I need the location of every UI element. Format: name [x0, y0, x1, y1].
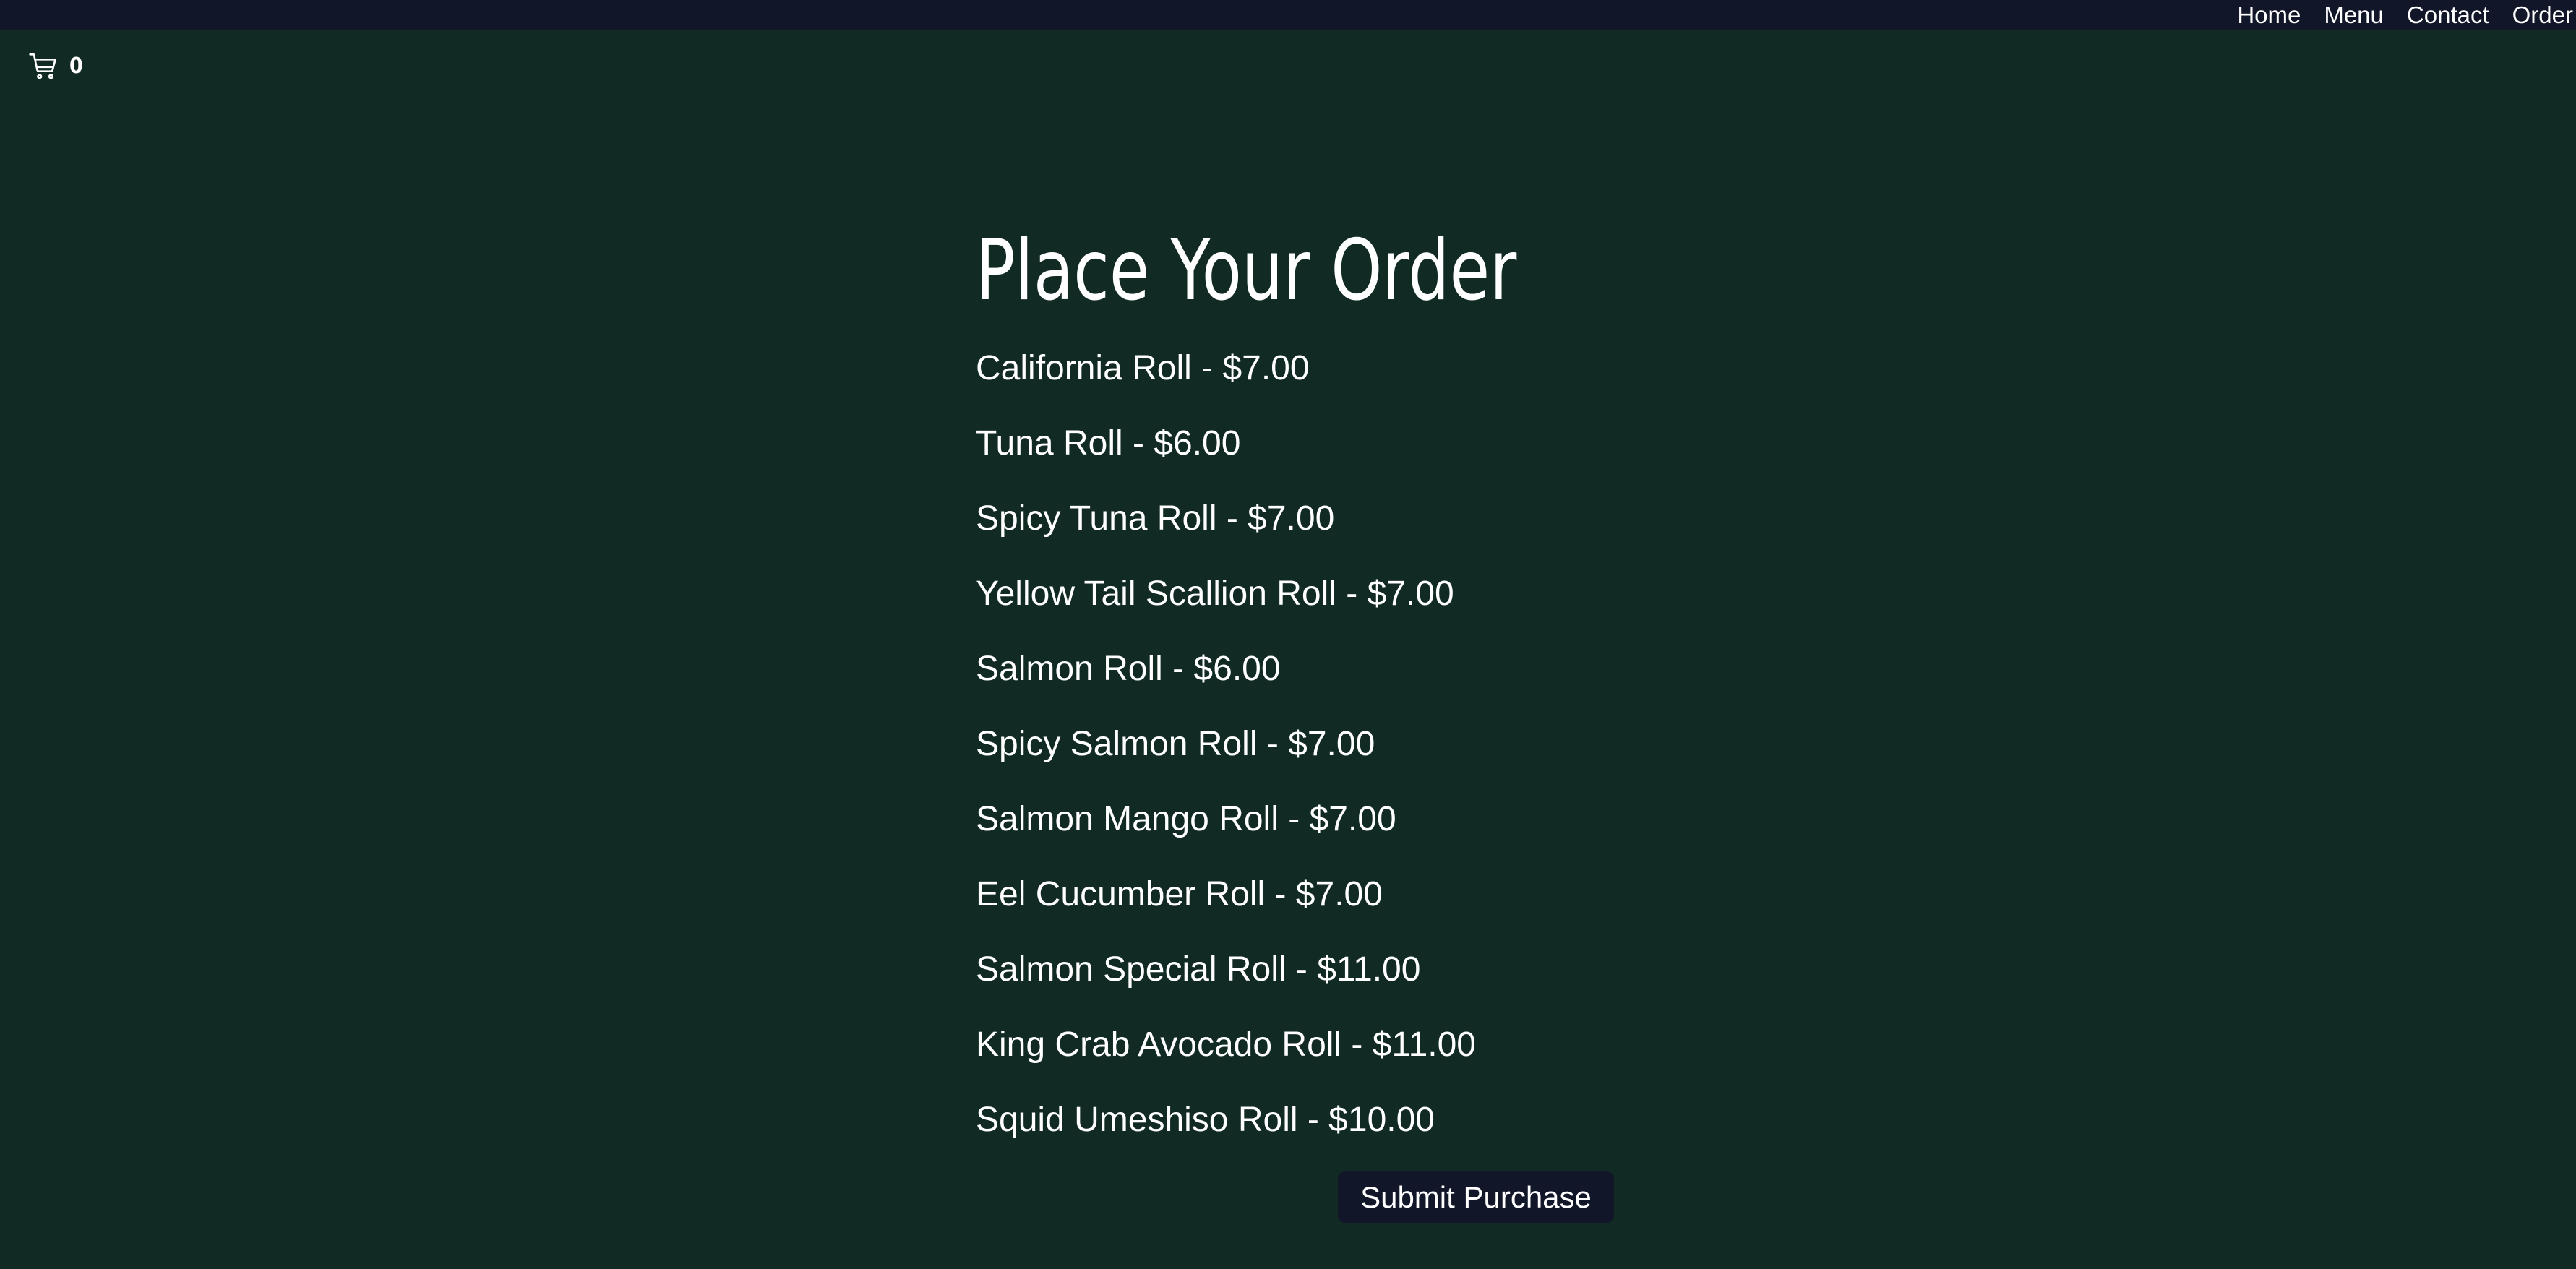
menu-item-salmon-special-roll[interactable]: Salmon Special Roll - $11.00: [976, 942, 1476, 1018]
page-title: Place Your Order: [976, 222, 1517, 319]
menu-item-california-roll[interactable]: California Roll - $7.00: [976, 341, 1476, 416]
menu-item-eel-cucumber-roll[interactable]: Eel Cucumber Roll - $7.00: [976, 867, 1476, 942]
menu-item-squid-umeshiso-roll[interactable]: Squid Umeshiso Roll - $10.00: [976, 1093, 1476, 1168]
menu-item-spicy-salmon-roll[interactable]: Spicy Salmon Roll - $7.00: [976, 717, 1476, 792]
menu-item-king-crab-avocado-roll[interactable]: King Crab Avocado Roll - $11.00: [976, 1018, 1476, 1093]
menu-item-tuna-roll[interactable]: Tuna Roll - $6.00: [976, 416, 1476, 491]
menu-item-spicy-tuna-roll[interactable]: Spicy Tuna Roll - $7.00: [976, 491, 1476, 567]
menu-item-salmon-mango-roll[interactable]: Salmon Mango Roll - $7.00: [976, 792, 1476, 867]
cart-count: 0: [69, 53, 83, 79]
submit-purchase-button[interactable]: Submit Purchase: [1338, 1171, 1614, 1223]
nav-home-link[interactable]: Home: [2237, 0, 2301, 30]
order-section: Place Your Order California Roll - $7.00…: [976, 217, 1626, 1139]
nav-contact-link[interactable]: Contact: [2407, 0, 2489, 30]
nav-order-link[interactable]: Order: [2512, 0, 2573, 30]
menu-item-salmon-roll[interactable]: Salmon Roll - $6.00: [976, 642, 1476, 717]
cart-button[interactable]: 0: [27, 51, 83, 81]
main-nav: Home Menu Contact Order: [2237, 0, 2576, 30]
top-nav-bar: Home Menu Contact Order: [0, 0, 2576, 30]
menu-item-yellow-tail-scallion-roll[interactable]: Yellow Tail Scallion Roll - $7.00: [976, 567, 1476, 642]
nav-menu-link[interactable]: Menu: [2324, 0, 2384, 30]
cart-icon: [27, 51, 59, 81]
menu-item-list: California Roll - $7.00 Tuna Roll - $6.0…: [976, 341, 1476, 1168]
